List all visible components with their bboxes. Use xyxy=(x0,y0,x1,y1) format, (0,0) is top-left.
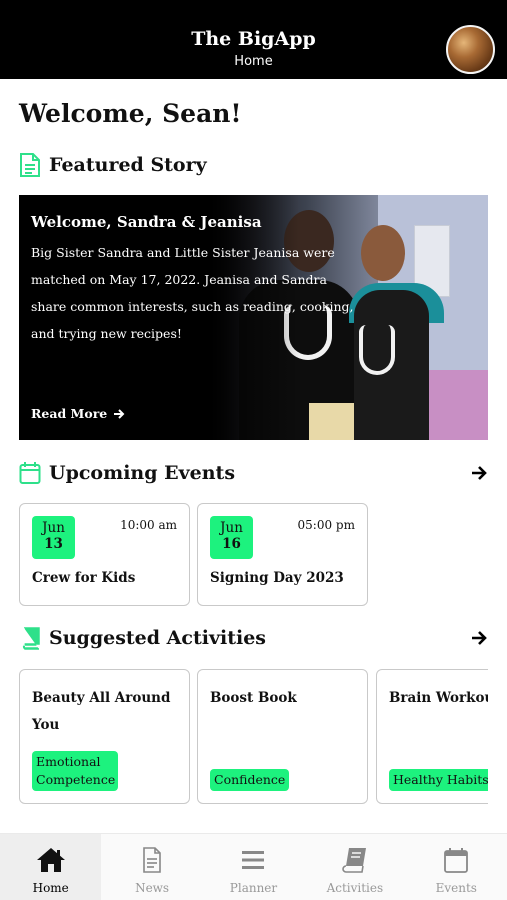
activity-tag: Emotional Competence xyxy=(32,751,118,791)
bottom-nav: Home News Planner Activities Events xyxy=(0,833,507,900)
app-title: The BigApp xyxy=(191,28,316,50)
home-icon xyxy=(36,848,65,872)
event-name: Crew for Kids xyxy=(32,570,136,586)
featured-story-heading: Featured Story xyxy=(49,154,207,176)
event-card[interactable]: Jun 13 10:00 am Crew for Kids xyxy=(19,503,190,606)
nav-item-events[interactable]: Events xyxy=(406,834,507,900)
nav-item-planner[interactable]: Planner xyxy=(203,834,304,900)
upcoming-events-heading: Upcoming Events xyxy=(49,462,236,484)
event-time: 05:00 pm xyxy=(297,518,355,532)
activity-card[interactable]: Boost Book Confidence xyxy=(197,669,368,804)
nav-item-home[interactable]: Home xyxy=(0,834,102,900)
events-icon xyxy=(444,848,469,873)
event-name: Signing Day 2023 xyxy=(210,570,344,586)
arrow-right-icon xyxy=(114,408,125,419)
calendar-icon xyxy=(19,462,41,484)
app-header: The BigApp Home xyxy=(0,0,507,79)
activity-name: Beauty All Around You xyxy=(32,690,171,733)
activity-name: Brain Workout xyxy=(389,690,488,706)
activities-carousel[interactable]: Beauty All Around You Emotional Competen… xyxy=(19,669,488,805)
event-date-badge: Jun 16 xyxy=(210,516,253,559)
featured-story-header: Featured Story xyxy=(19,152,207,178)
activity-tag: Confidence xyxy=(210,769,290,791)
suggested-activities-header: Suggested Activities xyxy=(19,625,266,651)
upcoming-events-header: Upcoming Events xyxy=(19,460,235,486)
read-more-label: Read More xyxy=(31,406,108,421)
event-month: Jun xyxy=(42,520,65,536)
document-icon xyxy=(20,153,40,177)
nav-label-news: News xyxy=(135,881,170,895)
read-more-link[interactable]: Read More xyxy=(31,406,125,421)
events-see-all-arrow-icon[interactable] xyxy=(470,464,488,482)
nav-item-activities[interactable]: Activities xyxy=(304,834,405,900)
story-title: Welcome, Sandra & Jeanisa xyxy=(31,213,262,231)
event-month: Jun xyxy=(220,520,243,536)
featured-story-card[interactable]: Welcome, Sandra & Jeanisa Big Sister San… xyxy=(19,195,488,440)
book-icon xyxy=(22,627,40,650)
nav-label-home: Home xyxy=(32,881,69,895)
nav-item-news[interactable]: News xyxy=(101,834,202,900)
avatar[interactable] xyxy=(446,25,495,74)
event-card[interactable]: Jun 16 05:00 pm Signing Day 2023 xyxy=(197,503,368,606)
nav-label-events: Events xyxy=(435,881,477,895)
event-day: 13 xyxy=(44,536,63,552)
news-icon xyxy=(143,847,161,873)
event-date-badge: Jun 13 xyxy=(32,516,75,559)
event-time: 10:00 am xyxy=(120,518,177,532)
activity-name: Boost Book xyxy=(210,690,297,706)
activity-card[interactable]: Brain Workout Healthy Habits xyxy=(376,669,488,804)
nav-label-activities: Activities xyxy=(326,881,384,895)
nav-label-planner: Planner xyxy=(229,881,278,895)
story-summary: Big Sister Sandra and Little Sister Jean… xyxy=(31,245,354,341)
event-day: 16 xyxy=(222,536,241,552)
welcome-heading: Welcome, Sean! xyxy=(19,99,242,128)
suggested-activities-heading: Suggested Activities xyxy=(49,627,266,649)
activities-see-all-arrow-icon[interactable] xyxy=(470,629,488,647)
activity-tag: Healthy Habits xyxy=(389,769,488,791)
planner-icon xyxy=(242,851,265,869)
page-subtitle: Home xyxy=(234,54,273,69)
activities-icon xyxy=(342,848,366,873)
activity-card[interactable]: Beauty All Around You Emotional Competen… xyxy=(19,669,190,804)
